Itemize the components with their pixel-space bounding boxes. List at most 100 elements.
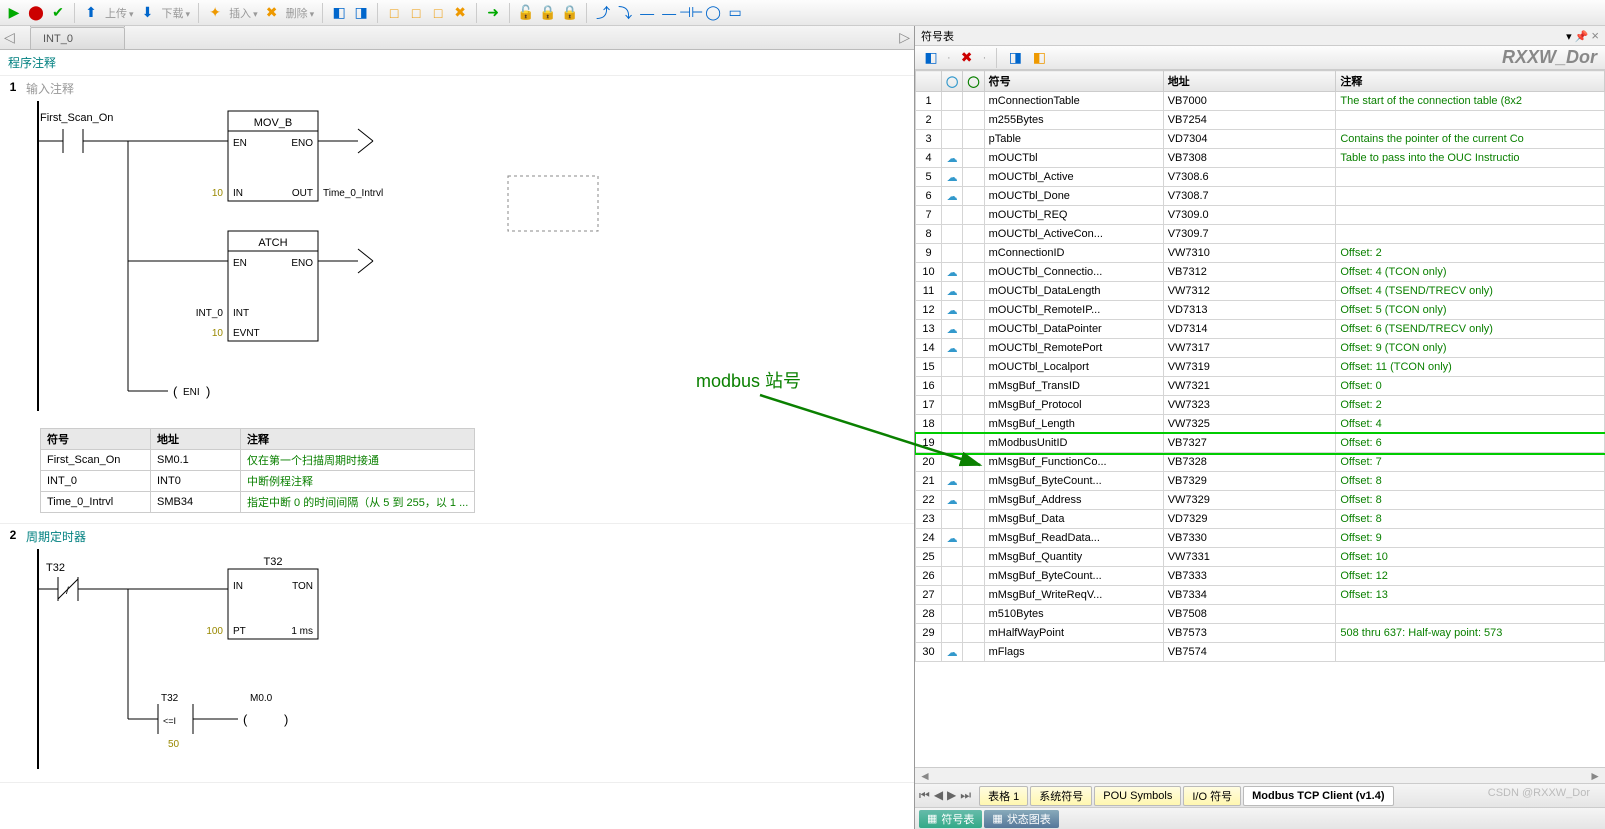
svg-text:T32: T32 [161, 693, 179, 704]
tool-icon[interactable]: ◨ [351, 3, 371, 23]
table-row[interactable]: 25mMsgBuf_QuantityVW7331Offset: 10 [916, 548, 1605, 567]
table-row[interactable]: 29mHalfWayPointVB7573508 thru 637: Half-… [916, 624, 1605, 643]
box-icon[interactable]: ▭ [725, 3, 745, 23]
horizontal-scrollbar[interactable]: ◄ ► [915, 767, 1605, 783]
table-row[interactable]: 23mMsgBuf_DataVD7329Offset: 8 [916, 510, 1605, 529]
footer-tab[interactable]: POU Symbols [1094, 786, 1181, 806]
close-icon[interactable]: × [1591, 28, 1599, 43]
insert-label[interactable]: 插入 [229, 5, 258, 21]
run-icon[interactable]: ▶ [4, 3, 24, 23]
network-title[interactable]: 输入注释 [26, 76, 74, 101]
program-comment: 程序注释 [0, 50, 914, 76]
svg-text:): ) [284, 712, 288, 727]
ladder-editor[interactable]: 程序注释 1 输入注释 First_Sca [0, 50, 914, 829]
delete-icon[interactable]: ✖ [262, 3, 282, 23]
tab-next-icon[interactable]: ▷ [899, 29, 910, 46]
ladder-rung-1[interactable]: First_Scan_On MOV_B EN ENO IN OUT 10 [28, 101, 608, 411]
table-row[interactable]: 22☁mMsgBuf_AddressVW7329Offset: 8 [916, 491, 1605, 510]
table-row[interactable]: 30☁mFlagsVB7574 [916, 643, 1605, 662]
table-row[interactable]: 12☁mOUCTbl_RemoteIP...VD7313Offset: 5 (T… [916, 301, 1605, 320]
footer-tab[interactable]: 系统符号 [1030, 786, 1092, 806]
goto-icon[interactable]: ➜ [483, 3, 503, 23]
table-row[interactable]: 27mMsgBuf_WriteReqV...VB7334Offset: 13 [916, 586, 1605, 605]
table-row[interactable]: 8mOUCTbl_ActiveCon...V7309.7 [916, 225, 1605, 244]
bottom-tab[interactable]: ▦状态图表 [984, 810, 1058, 828]
branch-icon[interactable]: ⤵ [615, 3, 635, 23]
line-icon[interactable]: — [659, 3, 679, 23]
tool-icon[interactable]: ◨ [1005, 48, 1025, 68]
tab-prev-icon[interactable]: ◁ [4, 29, 15, 46]
table-row[interactable]: 28m510BytesVB7508 [916, 605, 1605, 624]
nav-last-icon[interactable]: ⏭ [960, 788, 971, 803]
download-label[interactable]: 下载 [162, 5, 191, 21]
tool-icon[interactable]: ◧ [1029, 48, 1049, 68]
footer-tab[interactable]: 表格 1 [979, 786, 1028, 806]
lock-icon[interactable]: 🔓 [516, 3, 536, 23]
svg-text:): ) [206, 384, 210, 399]
svg-text:100: 100 [206, 626, 223, 637]
table-row[interactable]: 3pTableVD7304Contains the pointer of the… [916, 130, 1605, 149]
line-icon[interactable]: — [637, 3, 657, 23]
table-row[interactable]: 16mMsgBuf_TransIDVW7321Offset: 0 [916, 377, 1605, 396]
table-row[interactable]: 26mMsgBuf_ByteCount...VB7333Offset: 12 [916, 567, 1605, 586]
nav-next-icon[interactable]: ▶ [947, 788, 956, 803]
footer-tab[interactable]: I/O 符号 [1183, 786, 1241, 806]
svg-text:M0.0: M0.0 [250, 693, 273, 704]
coil-icon[interactable]: ◯ [703, 3, 723, 23]
network-title[interactable]: 周期定时器 [26, 524, 86, 549]
bottom-tab[interactable]: ▦符号表 [919, 810, 982, 828]
table-row[interactable]: 11☁mOUCTbl_DataLengthVW7312Offset: 4 (TS… [916, 282, 1605, 301]
branch-icon[interactable]: ⤴ [593, 3, 613, 23]
tool-icon[interactable]: □ [384, 3, 404, 23]
table-row[interactable]: 1mConnectionTableVB7000The start of the … [916, 92, 1605, 111]
footer-tab[interactable]: Modbus TCP Client (v1.4) [1243, 786, 1393, 806]
symbol-table-grid[interactable]: ◯◯符号地址注释 1mConnectionTableVB7000The star… [915, 70, 1605, 767]
table-row[interactable]: 20mMsgBuf_FunctionCo...VB7328Offset: 7 [916, 453, 1605, 472]
insert-icon[interactable]: ✦ [205, 3, 225, 23]
svg-text:/: / [66, 586, 69, 597]
table-row[interactable]: 14☁mOUCTbl_RemotePortVW7317Offset: 9 (TC… [916, 339, 1605, 358]
svg-text:T32: T32 [264, 556, 283, 568]
tool-icon[interactable]: ✖ [450, 3, 470, 23]
contact-icon[interactable]: ⊣⊢ [681, 3, 701, 23]
pin-icon[interactable]: ▾ 📌 [1566, 31, 1588, 43]
table-row[interactable]: 13☁mOUCTbl_DataPointerVD7314Offset: 6 (T… [916, 320, 1605, 339]
lock-icon[interactable]: 🔒 [538, 3, 558, 23]
tool-icon[interactable]: □ [428, 3, 448, 23]
svg-text:ATCH: ATCH [258, 237, 287, 249]
svg-text:ENI: ENI [183, 387, 200, 398]
tool-icon[interactable]: ◧ [921, 48, 941, 68]
table-row[interactable]: 19mModbusUnitIDVB7327Offset: 6 [916, 434, 1605, 453]
network-number: 1 [0, 76, 26, 101]
lock-icon[interactable]: 🔒 [560, 3, 580, 23]
table-row[interactable]: 17mMsgBuf_ProtocolVW7323Offset: 2 [916, 396, 1605, 415]
table-row[interactable]: 5☁mOUCTbl_ActiveV7308.6 [916, 168, 1605, 187]
nav-first-icon[interactable]: ⏮ [919, 788, 930, 803]
table-row[interactable]: 7mOUCTbl_REQV7309.0 [916, 206, 1605, 225]
editor-tab[interactable]: INT_0 [30, 27, 125, 49]
delete-icon[interactable]: ✖ [957, 48, 977, 68]
nav-prev-icon[interactable]: ◀ [934, 788, 943, 803]
svg-text:EN: EN [233, 138, 247, 149]
delete-label[interactable]: 删除 [286, 5, 315, 21]
tool-icon[interactable]: □ [406, 3, 426, 23]
svg-text:ENO: ENO [291, 258, 313, 269]
table-row[interactable]: 18mMsgBuf_LengthVW7325Offset: 4 [916, 415, 1605, 434]
tool-icon[interactable]: ◧ [329, 3, 349, 23]
svg-text:10: 10 [212, 188, 224, 199]
table-row[interactable]: 10☁mOUCTbl_Connectio...VB7312Offset: 4 (… [916, 263, 1605, 282]
stop-icon[interactable]: ⬤ [26, 3, 46, 23]
table-row[interactable]: 21☁mMsgBuf_ByteCount...VB7329Offset: 8 [916, 472, 1605, 491]
table-row[interactable]: 15mOUCTbl_LocalportVW7319Offset: 11 (TCO… [916, 358, 1605, 377]
compile-icon[interactable]: ✔ [48, 3, 68, 23]
svg-text:(: ( [173, 384, 178, 399]
table-row[interactable]: 9mConnectionIDVW7310Offset: 2 [916, 244, 1605, 263]
ladder-rung-2[interactable]: / T32 T32 IN TON PT 1 ms 100 [28, 549, 428, 769]
table-row[interactable]: 2m255BytesVB7254 [916, 111, 1605, 130]
download-icon[interactable]: ⬇ [138, 3, 158, 23]
upload-label[interactable]: 上传 [105, 5, 134, 21]
table-row[interactable]: 6☁mOUCTbl_DoneV7308.7 [916, 187, 1605, 206]
table-row[interactable]: 24☁mMsgBuf_ReadData...VB7330Offset: 9 [916, 529, 1605, 548]
table-row[interactable]: 4☁mOUCTblVB7308Table to pass into the OU… [916, 149, 1605, 168]
upload-icon[interactable]: ⬆ [81, 3, 101, 23]
